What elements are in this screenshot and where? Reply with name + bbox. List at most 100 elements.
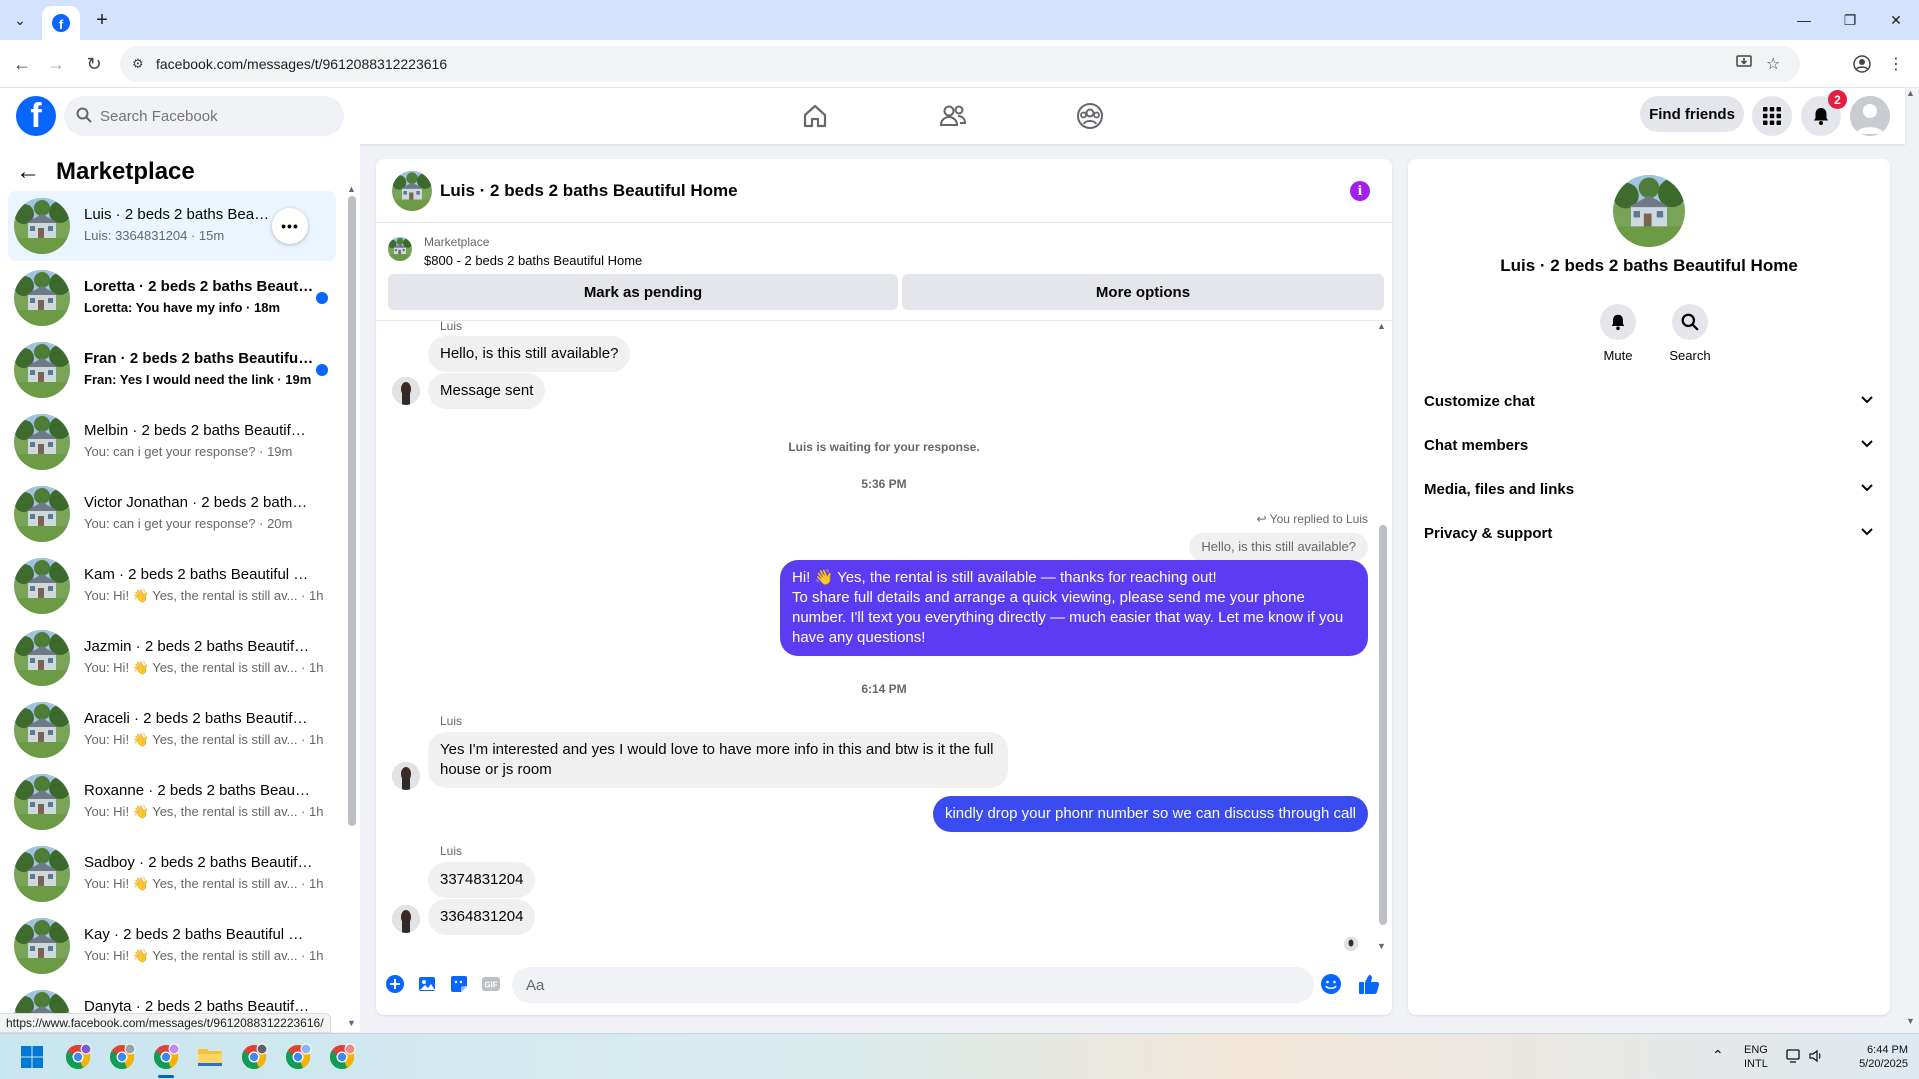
timestamp: 5:36 PM [861,477,907,491]
conversation-item[interactable]: Jazmin · 2 beds 2 baths Beautiful Home Y… [8,623,336,693]
close-window-icon[interactable]: ✕ [1878,8,1914,32]
incoming-message[interactable]: Yes I'm interested and yes I would love … [428,732,1008,788]
menu-grid-icon[interactable] [1752,96,1792,136]
facebook-logo-icon[interactable]: f [16,96,56,136]
conversation-item[interactable]: Kam · 2 beds 2 baths Beautiful Home You:… [8,551,336,621]
friends-nav-icon[interactable] [897,96,1009,136]
details-title[interactable]: Luis · 2 beds 2 baths Beautiful Home [1408,256,1890,276]
groups-nav-icon[interactable] [1034,96,1146,136]
search-input[interactable] [100,96,330,136]
url-bar[interactable]: ⚙ facebook.com/messages/t/96120883122236… [120,46,1800,82]
tray-overflow-chevron-icon[interactable]: ⌃ [1712,1048,1724,1062]
message-input[interactable] [512,967,1314,1003]
chrome-profile-icon[interactable] [62,1041,94,1073]
browser-tab-facebook[interactable]: f [42,6,80,40]
input-language-indicator[interactable]: ENG INTL [1744,1043,1768,1071]
privacy-support-section[interactable]: Privacy & support [1416,511,1882,555]
reload-icon[interactable]: ↻ [82,52,106,76]
page-scroll-up-icon[interactable]: ▲ [1906,88,1915,98]
conversation-info-icon[interactable]: i [1350,181,1370,201]
conversation-name: Sadboy · 2 beds 2 baths Beautiful Home [84,854,314,871]
forward-icon[interactable]: → [44,52,68,76]
chevron-down-icon [1860,436,1874,454]
system-clock[interactable]: 6:44 PM 5/20/2025 [1836,1043,1908,1071]
scroll-up-arrow-icon[interactable]: ▲ [347,184,356,194]
quoted-message[interactable]: Hello, is this still available? [1189,533,1368,561]
mute-button[interactable]: Mute [1588,304,1648,363]
seen-avatar-icon [1344,937,1358,951]
conversation-preview: You: Hi! 👋 Yes, the rental is still av..… [84,876,324,891]
windows-start-icon[interactable] [16,1041,48,1073]
conversation-item[interactable]: Victor Jonathan · 2 beds 2 baths Beautif… [8,479,336,549]
incoming-message[interactable]: Hello, is this still available? [428,336,631,372]
details-listing-thumbnail[interactable] [1613,175,1685,247]
conversation-item[interactable]: Sadboy · 2 beds 2 baths Beautiful Home Y… [8,839,336,909]
conversation-item[interactable]: Fran · 2 beds 2 baths Beautiful Home Fra… [8,335,336,405]
chat-title[interactable]: Luis · 2 beds 2 baths Beautiful Home [440,181,738,201]
notifications-bell-icon[interactable]: 2 [1801,90,1847,136]
chat-members-section[interactable]: Chat members [1416,423,1882,467]
incoming-message[interactable]: Message sent [428,373,546,409]
install-app-icon[interactable] [1736,54,1752,75]
emoji-icon[interactable] [1320,973,1342,995]
customize-chat-section[interactable]: Customize chat [1416,379,1882,423]
page-scroll-down-icon[interactable]: ▼ [1906,1016,1915,1026]
conversation-item[interactable]: Loretta · 2 beds 2 baths Beautiful Home … [8,263,336,333]
minimize-icon[interactable]: — [1786,8,1822,32]
chrome-profile-icon[interactable] [282,1041,314,1073]
chrome-profile-icon[interactable] [238,1041,270,1073]
search-in-chat-button[interactable]: Search [1660,304,1720,363]
account-avatar[interactable] [1850,96,1890,136]
conversation-item[interactable]: Kay · 2 beds 2 baths Beautiful Home You:… [8,911,336,981]
url-text[interactable]: facebook.com/messages/t/9612088312223616 [156,56,447,72]
network-icon[interactable] [1786,1048,1802,1068]
sender-avatar[interactable] [392,377,420,405]
attach-photo-icon[interactable] [416,973,438,995]
more-options-icon[interactable]: ••• [272,208,308,244]
scroll-down-arrow-icon[interactable]: ▼ [347,1018,356,1028]
gif-icon[interactable]: GIF [480,973,502,995]
conversation-item[interactable]: Roxanne · 2 beds 2 baths Beautiful Home … [8,767,336,837]
chat-scrollbar[interactable] [1379,525,1387,925]
mark-as-pending-button[interactable]: Mark as pending [388,274,898,310]
incoming-message[interactable]: 3364831204 [428,899,536,935]
like-thumbs-up-icon[interactable] [1358,973,1380,995]
profile-icon[interactable] [1850,52,1874,76]
mute-label: Mute [1603,348,1633,363]
chrome-profile-icon[interactable] [326,1041,358,1073]
find-friends-button[interactable]: Find friends [1640,96,1744,132]
chat-scroll-up-icon[interactable]: ▲ [1377,321,1386,331]
sender-avatar[interactable] [392,762,420,790]
sticker-icon[interactable] [448,973,470,995]
new-tab-icon[interactable]: + [90,8,114,32]
bookmark-star-icon[interactable]: ☆ [1766,54,1780,74]
listing-price-title[interactable]: $800 - 2 beds 2 baths Beautiful Home [424,253,642,268]
chrome-menu-icon[interactable]: ⋮ [1884,52,1908,76]
incoming-message[interactable]: 3374831204 [428,862,536,898]
chrome-active-icon[interactable] [150,1041,182,1073]
tab-search-dropdown-icon[interactable]: ⌄ [8,8,32,32]
conversation-item[interactable]: Melbin · 2 beds 2 baths Beautiful Home Y… [8,407,336,477]
back-icon[interactable]: ← [10,52,34,76]
restore-icon[interactable]: ❐ [1832,8,1868,32]
conversation-item[interactable]: Luis · 2 beds 2 baths Beautiful Home Lui… [8,191,336,261]
chrome-profile-icon[interactable] [106,1041,138,1073]
facebook-search[interactable] [64,96,344,136]
conversation-item[interactable]: Araceli · 2 beds 2 baths Beautiful Home … [8,695,336,765]
sender-avatar[interactable] [392,905,420,933]
site-info-icon[interactable]: ⚙ [132,56,144,72]
back-arrow-icon[interactable]: ← [16,158,40,186]
conversation-list-scrollbar[interactable] [348,196,356,826]
home-nav-icon[interactable] [759,96,871,136]
chat-scroll-down-icon[interactable]: ▼ [1377,941,1386,951]
message-thread: Luis Hello, is this still available? Mes… [376,319,1392,955]
media-files-links-section[interactable]: Media, files and links [1416,467,1882,511]
volume-icon[interactable] [1808,1048,1824,1068]
file-explorer-icon[interactable] [194,1041,226,1073]
more-actions-plus-icon[interactable] [384,973,406,995]
message-composer: GIF [376,955,1392,1015]
more-options-button[interactable]: More options [902,274,1384,310]
chat-listing-thumbnail[interactable] [392,171,432,211]
outgoing-message[interactable]: kindly drop your phonr number so we can … [932,796,1368,832]
outgoing-message[interactable]: Hi! 👋 Yes, the rental is still available… [780,560,1368,656]
